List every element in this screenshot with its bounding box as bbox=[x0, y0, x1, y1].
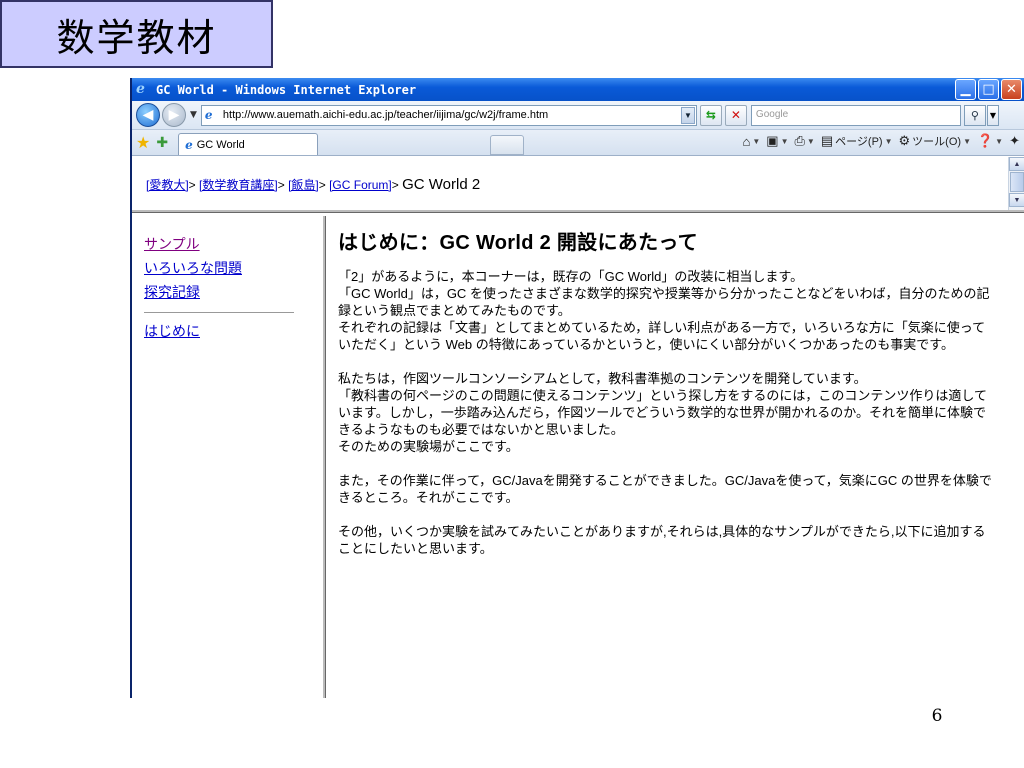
breadcrumb-current: GC World 2 bbox=[402, 176, 481, 193]
tab-gc-world[interactable]: e GC World bbox=[178, 133, 319, 155]
tools-menu-label: ツール(O) bbox=[912, 136, 962, 148]
printer-icon: ⎙ bbox=[794, 133, 805, 148]
page-icon: e bbox=[204, 108, 213, 122]
feeds-button[interactable]: ▣ ▼ bbox=[766, 133, 788, 149]
ie-logo-icon: e bbox=[136, 81, 145, 97]
page-menu-label: ページ(P) bbox=[835, 136, 883, 148]
breadcrumb-link-aikyodai[interactable]: [愛教大] bbox=[146, 178, 189, 192]
chevron-down-icon: ▼ bbox=[780, 136, 789, 146]
chevron-down-icon: ▼ bbox=[884, 136, 893, 146]
maximize-button[interactable]: □ bbox=[978, 79, 999, 100]
search-options-dropdown[interactable]: ▼ bbox=[986, 104, 999, 126]
breadcrumb: [愛教大]> [数学教育講座]> [飯島]> [GC Forum]> GC Wo… bbox=[146, 176, 1024, 193]
breadcrumb-frame: [愛教大]> [数学教育講座]> [飯島]> [GC Forum]> GC Wo… bbox=[132, 157, 1024, 213]
breadcrumb-link-gc-forum[interactable]: [GC Forum] bbox=[329, 178, 392, 192]
nav-link-sample[interactable]: サンプル bbox=[144, 232, 323, 256]
main-heading: はじめに：GC World 2 開設にあたって bbox=[338, 232, 698, 254]
address-url[interactable]: http://www.auemath.aichi-edu.ac.jp/teach… bbox=[223, 109, 681, 121]
left-nav-frame: サンプル いろいろな問題 探究記録 はじめに bbox=[132, 216, 326, 698]
page-icon: ▤ bbox=[820, 133, 834, 148]
command-bar: ⌂ ▼ ▣ ▼ ⎙ ▼ ▤ ページ(P) ▼ ⚙ ツール(O) ▼ ❓ ▼ ✦ bbox=[743, 133, 1020, 149]
paragraph-1: 「2」があるように，本コーナーは，既存の「GC World」の改装に相当します。… bbox=[338, 269, 990, 352]
new-tab-button[interactable] bbox=[490, 135, 525, 155]
tools-menu[interactable]: ⚙ ツール(O) ▼ bbox=[899, 133, 971, 149]
search-button[interactable]: ⚲ bbox=[963, 104, 986, 126]
history-dropdown-icon[interactable]: ▼ bbox=[190, 110, 197, 120]
print-button[interactable]: ⎙ ▼ bbox=[795, 133, 815, 149]
window-title: GC World - Windows Internet Explorer bbox=[156, 82, 417, 97]
address-dropdown-icon[interactable]: ▼ bbox=[680, 106, 695, 124]
breadcrumb-link-math-education[interactable]: [数学教育講座] bbox=[199, 178, 278, 192]
help-menu[interactable]: ❓ ▼ bbox=[977, 133, 1003, 149]
chevron-down-icon: ▼ bbox=[995, 136, 1004, 146]
research-button[interactable]: ✦ bbox=[1009, 133, 1020, 149]
nav-link-introduction[interactable]: はじめに bbox=[144, 319, 323, 343]
title-bar[interactable]: e GC World - Windows Internet Explorer ▁… bbox=[132, 78, 1024, 101]
slide: 数学教材 e GC World - Windows Internet Explo… bbox=[0, 0, 1024, 768]
refresh-button[interactable]: ⇆ bbox=[699, 104, 722, 126]
address-field[interactable]: e http://www.auemath.aichi-edu.ac.jp/tea… bbox=[200, 104, 697, 126]
top-frame-scrollbar[interactable]: ▲ ▼ bbox=[1008, 157, 1024, 210]
scroll-thumb[interactable] bbox=[1010, 172, 1024, 192]
paragraph-2: 私たちは，作図ツールコンソーシアムとして，教科書準拠のコンテンツを開発しています… bbox=[338, 371, 987, 454]
search-input[interactable]: Google bbox=[750, 104, 961, 126]
scroll-up-button[interactable]: ▲ bbox=[1009, 157, 1024, 171]
stop-button[interactable]: ✕ bbox=[724, 104, 747, 126]
address-bar-row: ◀ ▶ ▼ e http://www.auemath.aichi-edu.ac.… bbox=[132, 101, 1024, 130]
slide-title: 数学教材 bbox=[0, 0, 273, 68]
magnifier-icon: ⚲ bbox=[970, 108, 979, 122]
tab-ie-icon: e bbox=[185, 137, 193, 152]
research-icon: ✦ bbox=[1009, 133, 1020, 148]
page-menu[interactable]: ▤ ページ(P) ▼ bbox=[821, 133, 893, 149]
back-button[interactable]: ◀ bbox=[136, 103, 160, 127]
home-button[interactable]: ⌂ ▼ bbox=[743, 134, 761, 149]
tab-bar: ★ ✚ e GC World ⌂ ▼ ▣ ▼ ⎙ ▼ ▤ ページ(P) ▼ ⚙ ツール(O)… bbox=[132, 130, 1024, 156]
feed-icon: ▣ bbox=[766, 133, 779, 148]
main-frame: はじめに：GC World 2 開設にあたって 「2」があるように，本コーナーは… bbox=[326, 216, 1024, 698]
add-favorites-icon[interactable]: ✚ bbox=[156, 135, 168, 151]
page-number: 6 bbox=[931, 706, 943, 726]
browser-window: e GC World - Windows Internet Explorer ▁… bbox=[130, 78, 1024, 698]
home-icon: ⌂ bbox=[742, 133, 751, 149]
window-controls: ▁ □ ✕ bbox=[955, 79, 1022, 100]
breadcrumb-separator: > bbox=[318, 178, 326, 192]
nav-link-various-problems[interactable]: いろいろな問題 bbox=[144, 256, 323, 280]
lower-frames: サンプル いろいろな問題 探究記録 はじめに はじめに：GC World 2 開… bbox=[132, 216, 1024, 698]
chevron-down-icon: ▼ bbox=[963, 136, 971, 146]
favorites-star-icon[interactable]: ★ bbox=[136, 133, 150, 152]
forward-button[interactable]: ▶ bbox=[162, 103, 186, 127]
paragraph-3: また，その作業に伴って，GC/Javaを開発することができました。GC/Java… bbox=[338, 473, 992, 505]
chevron-down-icon: ▼ bbox=[752, 136, 761, 146]
paragraph-4: その他，いくつか実験を試みてみたいことがありますが,それらは,具体的なサンプルが… bbox=[338, 524, 986, 556]
nav-divider bbox=[144, 312, 294, 313]
breadcrumb-link-iijima[interactable]: [飯島] bbox=[288, 178, 319, 192]
breadcrumb-separator: > bbox=[188, 178, 196, 192]
nav-link-research-records[interactable]: 探究記録 bbox=[144, 280, 323, 304]
breadcrumb-separator: > bbox=[277, 178, 285, 192]
gear-icon: ⚙ bbox=[898, 133, 911, 148]
page-content: [愛教大]> [数学教育講座]> [飯島]> [GC Forum]> GC Wo… bbox=[132, 157, 1024, 698]
minimize-button[interactable]: ▁ bbox=[955, 79, 976, 100]
breadcrumb-separator: > bbox=[391, 178, 399, 192]
tab-label: GC World bbox=[196, 138, 245, 151]
chevron-down-icon: ▼ bbox=[806, 136, 815, 146]
help-icon: ❓ bbox=[976, 133, 994, 148]
close-button[interactable]: ✕ bbox=[1001, 79, 1022, 100]
scroll-down-button[interactable]: ▼ bbox=[1009, 193, 1024, 207]
